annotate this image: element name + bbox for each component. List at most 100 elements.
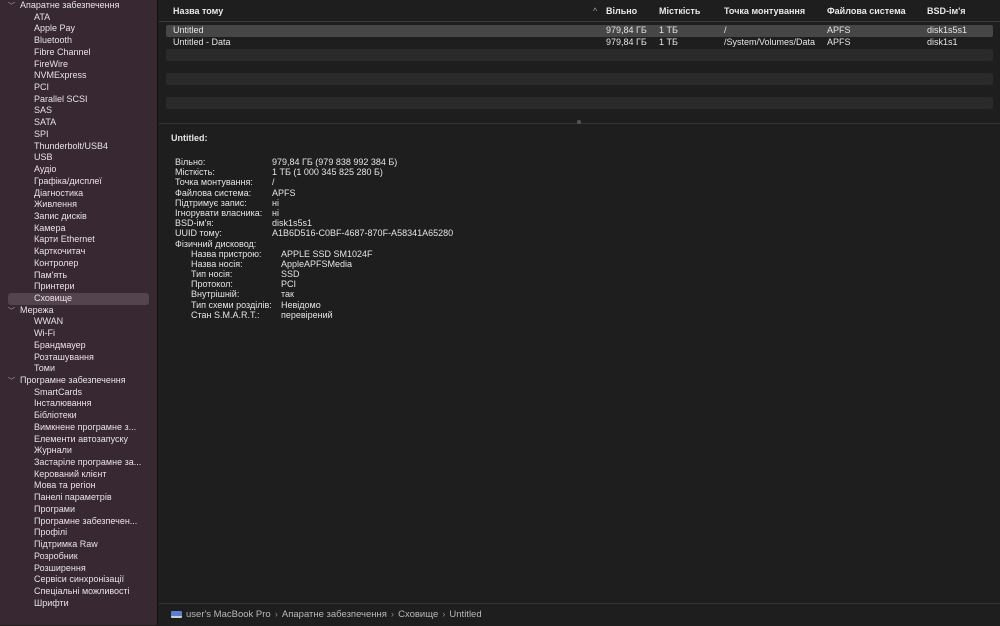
- sidebar-item[interactable]: Карткочитач: [0, 246, 157, 258]
- sidebar-item[interactable]: Програми: [0, 504, 157, 516]
- field-value: /: [272, 177, 275, 188]
- sidebar-item[interactable]: Пам'ять: [0, 270, 157, 282]
- sidebar-item[interactable]: Інсталювання: [0, 398, 157, 410]
- table-row: [166, 97, 993, 109]
- sidebar-item[interactable]: Профілі: [0, 527, 157, 539]
- field-value: PCI: [281, 279, 297, 290]
- sidebar-item[interactable]: Сервіси синхронізації: [0, 574, 157, 586]
- chevron-down-icon[interactable]: ﹀: [8, 1, 20, 12]
- sidebar-item[interactable]: Камера: [0, 223, 157, 235]
- field-label: Вільно:: [175, 157, 206, 167]
- sidebar-item[interactable]: Підтримка Raw: [0, 539, 157, 551]
- sidebar-item[interactable]: Thunderbolt/USB4: [0, 141, 157, 153]
- field-value: disk1s5s1: [272, 218, 313, 229]
- sidebar-item[interactable]: Шрифти: [0, 598, 157, 610]
- table-cell: /: [724, 25, 727, 35]
- field-label: Назва носія:: [191, 258, 243, 269]
- detail-field: Фізичний дисковод:: [171, 239, 256, 249]
- table-header: Назва тому Вільно Місткість Точка монтуванн…: [159, 0, 1000, 22]
- sidebar-item[interactable]: Bluetooth: [0, 35, 157, 47]
- detail-subfield: Назва пристрою: APPLE SSD SM1024F: [171, 249, 373, 259]
- detail-field: Вільно: 979,84 ГБ (979 838 992 384 Б): [171, 157, 397, 167]
- field-value: ні: [272, 207, 279, 218]
- sidebar-item[interactable]: Apple Pay: [0, 23, 157, 35]
- sidebar-group-header[interactable]: ﹀ Апаратне забезпечення: [0, 0, 157, 12]
- table-row: [166, 49, 993, 61]
- breadcrumb-item[interactable]: Untitled: [449, 609, 481, 620]
- column-header[interactable]: Вільно: [606, 0, 637, 22]
- field-value: SSD: [281, 269, 300, 280]
- sidebar-item[interactable]: Принтери: [0, 281, 157, 293]
- table-cell: disk1s1: [927, 37, 958, 47]
- sidebar-item[interactable]: Брандмауер: [0, 340, 157, 352]
- sidebar-item[interactable]: Керований клієнт: [0, 469, 157, 481]
- field-label: Файлова система:: [175, 187, 252, 198]
- field-label: Фізичний дисковод:: [175, 238, 257, 249]
- table-cell: 979,84 ГБ: [606, 37, 647, 47]
- sidebar-item[interactable]: Розташування: [0, 352, 157, 364]
- sidebar-item[interactable]: Живлення: [0, 199, 157, 211]
- detail-field: Підтримує запис: ні: [171, 198, 279, 208]
- sidebar-item[interactable]: Програмне забезпечен...: [0, 516, 157, 528]
- table-row: [166, 109, 993, 121]
- sort-ascending-icon[interactable]: ^: [593, 0, 597, 22]
- table-cell: 1 ТБ: [659, 25, 678, 35]
- sidebar-item[interactable]: Розробник: [0, 551, 157, 563]
- table-row[interactable]: Untitled 979,84 ГБ 1 ТБ / APFS disk1s5s1: [166, 25, 993, 37]
- table-cell: /System/Volumes/Data: [724, 37, 816, 47]
- sidebar-item[interactable]: Графіка/дисплеї: [0, 176, 157, 188]
- sidebar-item[interactable]: Журнали: [0, 445, 157, 457]
- sidebar-item[interactable]: Діагностика: [0, 188, 157, 200]
- chevron-down-icon[interactable]: ﹀: [8, 306, 20, 317]
- column-header[interactable]: Файлова система: [827, 0, 906, 22]
- sidebar-item[interactable]: ATA: [0, 12, 157, 24]
- sidebar-item[interactable]: WWAN: [0, 316, 157, 328]
- field-value: 979,84 ГБ (979 838 992 384 Б): [272, 157, 398, 167]
- field-value: так: [281, 289, 294, 300]
- breadcrumb: user's MacBook Pro › Апаратне забезпечення…: [159, 603, 1000, 625]
- sidebar-item[interactable]: PCI: [0, 82, 157, 94]
- sidebar-item[interactable]: Вимкнене програмне з...: [0, 422, 157, 434]
- sidebar-item[interactable]: NVMExpress: [0, 70, 157, 82]
- sidebar-item[interactable]: Елементи автозапуску: [0, 434, 157, 446]
- laptop-icon: [171, 610, 182, 618]
- sidebar-item[interactable]: Карти Ethernet: [0, 234, 157, 246]
- sidebar-item[interactable]: Parallel SCSI: [0, 94, 157, 106]
- sidebar-item[interactable]: Мова та регіон: [0, 480, 157, 492]
- column-header[interactable]: Місткість: [659, 0, 700, 22]
- sidebar-item[interactable]: Розширення: [0, 563, 157, 575]
- sidebar-group-header[interactable]: ﹀ Мережа: [0, 305, 157, 317]
- sidebar-item[interactable]: FireWire: [0, 59, 157, 71]
- column-header[interactable]: Назва тому: [173, 0, 223, 22]
- detail-field: Місткість: 1 ТБ (1 000 345 825 280 Б): [171, 167, 383, 177]
- sidebar-item[interactable]: Аудіо: [0, 164, 157, 176]
- sidebar-item[interactable]: Fibre Channel: [0, 47, 157, 59]
- sidebar-item[interactable]: Бібліотеки: [0, 410, 157, 422]
- sidebar-item[interactable]: USB: [0, 152, 157, 164]
- detail-subfield: Тип схеми розділів: Невідомо: [171, 300, 321, 310]
- sidebar-item[interactable]: SATA: [0, 117, 157, 129]
- sidebar-item[interactable]: Спеціальні можливості: [0, 586, 157, 598]
- breadcrumb-item[interactable]: user's MacBook Pro: [186, 609, 271, 620]
- sidebar-item[interactable]: Сховище: [8, 292, 149, 305]
- sidebar-item[interactable]: SAS: [0, 105, 157, 117]
- sidebar-item[interactable]: Томи: [0, 363, 157, 375]
- split-handle[interactable]: [159, 120, 1000, 124]
- sidebar-item[interactable]: SmartCards: [0, 387, 157, 399]
- table-row[interactable]: Untitled - Data 979,84 ГБ 1 ТБ/System/Volu…: [166, 37, 993, 49]
- column-header[interactable]: BSD-ім'я: [927, 0, 966, 22]
- sidebar-item[interactable]: Запис дисків: [0, 211, 157, 223]
- sidebar-item[interactable]: Контролер: [0, 258, 157, 270]
- sidebar-group-header[interactable]: ﹀ Програмне забезпечення: [0, 375, 157, 387]
- breadcrumb-item[interactable]: Сховище: [398, 609, 438, 620]
- sidebar-item[interactable]: Застаріле програмне за...: [0, 457, 157, 469]
- sidebar-item[interactable]: Панелі параметрів: [0, 492, 157, 504]
- field-value: AppleAPFSMedia: [281, 258, 353, 269]
- chevron-down-icon[interactable]: ﹀: [8, 376, 20, 387]
- column-header[interactable]: Точка монтування: [724, 0, 805, 22]
- breadcrumb-item[interactable]: Апаратне забезпечення: [282, 609, 387, 620]
- sidebar-item[interactable]: Wi-Fi: [0, 328, 157, 340]
- field-label: UUID тому:: [175, 228, 222, 239]
- table-cell: APFS: [827, 37, 851, 47]
- sidebar-item[interactable]: SPI: [0, 129, 157, 141]
